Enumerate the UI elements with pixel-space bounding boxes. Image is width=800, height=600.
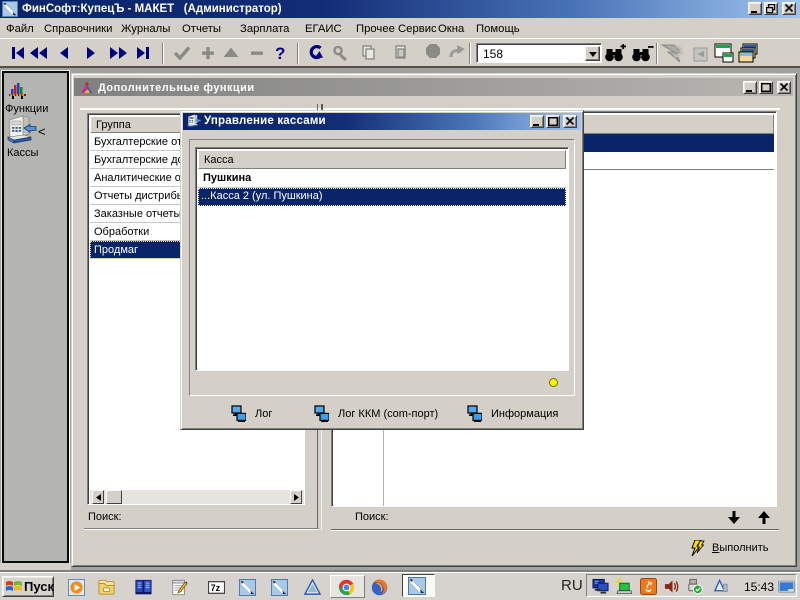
svg-text:7z: 7z	[211, 583, 221, 593]
svg-text:?: ?	[275, 45, 285, 61]
